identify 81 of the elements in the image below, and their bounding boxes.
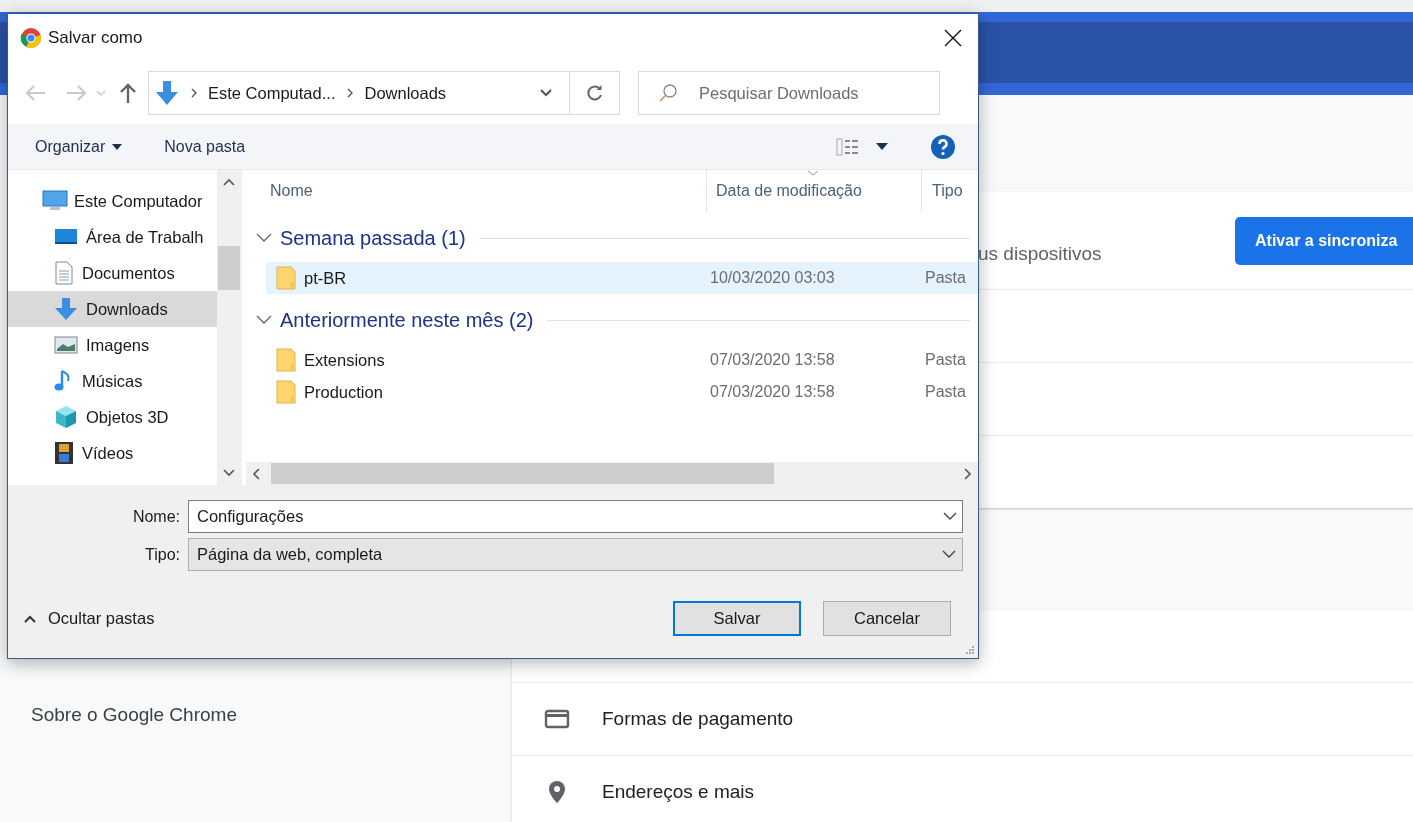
- nav-item[interactable]: Imagens: [8, 327, 217, 363]
- file-date: 07/03/2020 13:58: [710, 351, 836, 369]
- file-type: Pasta: [925, 269, 966, 287]
- scrollbar[interactable]: [217, 170, 241, 485]
- column-header[interactable]: Nome: [246, 170, 707, 212]
- chevron-icon[interactable]: [256, 315, 272, 325]
- monitor-icon: [42, 190, 68, 212]
- chevron-down-icon: [942, 550, 956, 559]
- folder-icon: [276, 380, 296, 404]
- column-header[interactable]: Tipo: [922, 170, 963, 212]
- column-header[interactable]: Data de modificação: [707, 170, 922, 212]
- cube-icon: [54, 405, 78, 429]
- file-type-dropdown[interactable]: Página da web, completa: [188, 538, 963, 571]
- organize-menu[interactable]: Organizar: [35, 137, 106, 156]
- hide-folders-toggle[interactable]: Ocultar pastas: [48, 609, 155, 628]
- file-row[interactable]: pt-BR 10/03/2020 03:03 Pasta: [266, 262, 978, 294]
- breadcrumb-item[interactable]: Downloads: [364, 83, 447, 103]
- chevron-icon[interactable]: [256, 233, 272, 243]
- group-heading: Anteriormente neste mês (2): [280, 308, 534, 332]
- scrollbar-thumb[interactable]: [271, 463, 774, 484]
- scrollbar-thumb[interactable]: [218, 246, 240, 290]
- settings-item-label[interactable]: Formas de pagamento: [602, 708, 794, 730]
- refresh-icon: [585, 84, 604, 102]
- file-date: 07/03/2020 13:58: [710, 383, 836, 401]
- nav-item[interactable]: Downloads: [8, 291, 217, 327]
- scroll-up-icon[interactable]: [223, 178, 235, 186]
- folder-icon: [276, 266, 296, 290]
- chevron-down-icon[interactable]: [943, 512, 957, 521]
- browser-logo-icon: [20, 27, 42, 49]
- file-name: Extensions: [304, 350, 385, 370]
- file-row[interactable]: Production 07/03/2020 13:58 Pasta: [266, 376, 978, 408]
- caret-down-icon[interactable]: [876, 143, 888, 150]
- up-arrow-icon[interactable]: [118, 82, 138, 104]
- close-icon[interactable]: [944, 29, 962, 47]
- file-date: 10/03/2020 03:03: [710, 269, 836, 287]
- file-row[interactable]: Extensions 07/03/2020 13:58 Pasta: [266, 344, 978, 376]
- sidebar-item[interactable]: Sobre o Google Chrome: [0, 703, 512, 727]
- file-name: pt-BR: [304, 268, 347, 288]
- film-icon: [54, 441, 74, 465]
- sync-description: us dispositivos: [978, 243, 1102, 265]
- window-title: Salvar como: [48, 28, 144, 48]
- file-name: Production: [304, 382, 383, 402]
- scroll-left-icon[interactable]: [252, 467, 260, 480]
- chevron-down-icon[interactable]: [539, 88, 553, 98]
- chevron-up-icon[interactable]: [24, 614, 36, 623]
- search-field[interactable]: Pesquisar Downloads: [638, 71, 940, 115]
- chevron-right-icon: [191, 88, 198, 98]
- settings-item-label[interactable]: Endereços e mais: [602, 781, 755, 803]
- nav-item[interactable]: Área de Trabalh: [8, 219, 217, 255]
- nav-item[interactable]: Músicas: [8, 363, 217, 399]
- nav-item[interactable]: Documentos: [8, 255, 217, 291]
- nav-item[interactable]: Objetos 3D: [8, 399, 217, 435]
- nav-item[interactable]: Vídeos: [8, 435, 217, 471]
- download-arrow-icon: [54, 297, 78, 321]
- scrollbar[interactable]: [246, 462, 978, 485]
- sort-caret-icon: [807, 170, 819, 176]
- field-label: Nome:: [131, 507, 181, 526]
- scroll-down-icon[interactable]: [223, 469, 235, 477]
- chevron-right-icon: [347, 88, 355, 98]
- save-button[interactable]: Salvar: [673, 601, 801, 636]
- caret-down-icon[interactable]: [112, 143, 123, 150]
- scroll-right-icon[interactable]: [964, 467, 972, 480]
- folder-icon: [276, 348, 296, 372]
- credit-card-icon: [544, 709, 570, 729]
- download-arrow-icon: [155, 80, 179, 106]
- nav-item[interactable]: Este Computador: [8, 183, 217, 219]
- resize-grip-icon[interactable]: [965, 645, 975, 655]
- address-bar[interactable]: Este Computad... Downloads: [148, 71, 620, 115]
- file-type: Pasta: [925, 351, 966, 369]
- desktop-icon: [54, 227, 78, 247]
- help-icon[interactable]: [930, 133, 956, 160]
- group-heading: Semana passada (1): [280, 226, 466, 250]
- document-icon: [54, 261, 74, 285]
- field-label: Tipo:: [144, 545, 181, 564]
- cancel-button[interactable]: Cancelar: [823, 601, 951, 636]
- sync-button[interactable]: Ativar a sincroniza: [1235, 217, 1413, 265]
- breadcrumb-item[interactable]: Este Computad...: [208, 83, 336, 103]
- filename-field[interactable]: Configurações: [188, 500, 963, 533]
- picture-icon: [54, 336, 78, 354]
- new-folder-button[interactable]: Nova pasta: [164, 137, 246, 156]
- file-type: Pasta: [925, 383, 966, 401]
